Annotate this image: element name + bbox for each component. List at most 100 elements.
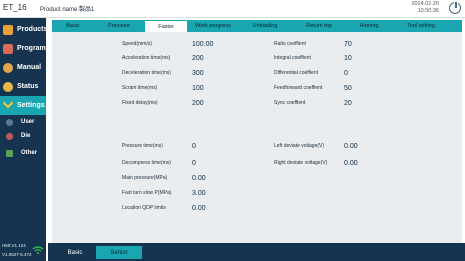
param-value[interactable]: 0	[192, 143, 196, 150]
sidebar-sub-item-user[interactable]: User	[0, 115, 46, 129]
parameter-panel: Speed(mm/s) 100.00 Acceleration time(ms)…	[52, 32, 462, 244]
param-row: Scram time(ms) 100	[122, 84, 204, 92]
tab-pressure[interactable]: Pressure	[94, 20, 144, 32]
sidebar-item-status[interactable]: Status	[0, 77, 46, 96]
sidebar-item-products[interactable]: Products	[0, 20, 48, 39]
tab-faster[interactable]: Faster	[144, 20, 188, 32]
param-label: Integral coeffient	[274, 55, 311, 61]
sidebar-item-label: Products	[17, 26, 48, 33]
param-value[interactable]: 10	[344, 55, 352, 62]
manual-icon	[3, 62, 13, 73]
settings-icon	[3, 100, 13, 109]
param-value[interactable]: 100	[192, 85, 204, 92]
param-value[interactable]: 0.00	[192, 175, 206, 182]
user-icon	[6, 118, 13, 126]
time-text: 10:50:36	[417, 8, 439, 14]
param-value[interactable]: 0.00	[344, 160, 358, 167]
param-row: Acceleration time(ms) 200	[122, 54, 204, 62]
tab-homing[interactable]: Homing	[346, 20, 392, 32]
header-bar: ET_16 Product name:製品1 2024.02.20 10:50:…	[0, 0, 465, 18]
product-name: Product name:製品1	[40, 7, 95, 13]
products-icon	[3, 24, 13, 35]
param-label: Fast turn slow P(MPa)	[122, 190, 172, 196]
param-label: Main pressure(MPa)	[122, 175, 168, 181]
param-row: Left deviate voltage(V) 0.00	[274, 142, 358, 150]
sidebar-item-label: Settings	[17, 102, 45, 109]
datetime: 2024.02.20 10:50:36	[411, 1, 439, 15]
version-firmware: V1.0627-5.474	[2, 252, 32, 257]
sidebar: Products Program Manual Status Settings …	[0, 18, 48, 261]
sidebar-sub-item-label: User	[21, 119, 35, 125]
sidebar-item-manual[interactable]: Manual	[0, 58, 46, 77]
param-value[interactable]: 0	[344, 70, 348, 77]
param-value[interactable]: 100.00	[192, 41, 213, 48]
param-value[interactable]: 3.00	[192, 190, 206, 197]
param-label: Right deviate voltage(V)	[274, 160, 328, 166]
param-row: Sync coeffient 20	[274, 99, 352, 107]
param-row: Differential coeffient 0	[274, 69, 348, 77]
param-row: Main pressure(MPa) 0.00	[122, 174, 206, 182]
param-label: Speed(mm/s)	[122, 41, 153, 47]
param-value[interactable]: 0	[192, 160, 196, 167]
param-value[interactable]: 70	[344, 41, 352, 48]
param-row: Deceleration time(ms) 300	[122, 69, 204, 77]
tab-unloading[interactable]: Unloading	[238, 20, 292, 32]
param-label: Scram time(ms)	[122, 85, 158, 91]
sidebar-sub-item-die[interactable]: Die	[0, 129, 46, 143]
date-text: 2024.02.20	[411, 1, 439, 7]
device-id: ET_16	[3, 3, 27, 12]
param-row: Right deviate voltage(V) 0.00	[274, 159, 358, 167]
sidebar-item-label: Program	[17, 45, 46, 52]
param-label: Differential coeffient	[274, 70, 319, 76]
die-icon	[6, 132, 13, 140]
param-row: Fast turn slow P(MPa) 3.00	[122, 189, 206, 197]
param-label: Deceleration time(ms)	[122, 70, 171, 76]
wifi-icon	[32, 246, 44, 254]
tab-work-progress[interactable]: Work progress	[188, 20, 238, 32]
bottom-tab-bar: Basic Senior	[48, 243, 465, 261]
param-row: Decompress time(ms) 0	[122, 159, 196, 167]
param-row: Feedforward coeffient 50	[274, 84, 352, 92]
param-label: Sync coeffient	[274, 100, 306, 106]
param-label: Left deviate voltage(V)	[274, 143, 325, 149]
param-row: Integral coeffient 10	[274, 54, 352, 62]
sidebar-sub-item-label: Other	[21, 150, 38, 156]
tab-bar: Basic Pressure Faster Work progress Unlo…	[52, 20, 462, 32]
power-icon[interactable]	[449, 1, 461, 14]
param-row: Location QDP limits 0.00	[122, 204, 206, 212]
tab-return-trip[interactable]: Return trip	[292, 20, 346, 32]
param-value[interactable]: 0.00	[192, 205, 206, 212]
param-row: Speed(mm/s) 100.00	[122, 40, 213, 48]
param-label: Fixed delay(ms)	[122, 100, 158, 106]
param-label: Decompress time(ms)	[122, 160, 171, 166]
bottom-tab-senior[interactable]: Senior	[96, 246, 142, 259]
program-icon	[3, 43, 13, 54]
param-label: Acceleration time(ms)	[122, 55, 171, 61]
param-value[interactable]: 300	[192, 70, 204, 77]
bottom-tab-basic[interactable]: Basic	[62, 246, 88, 259]
version-hmi: HMI:V1.124	[2, 243, 26, 248]
param-label: Feedforward coeffient	[274, 85, 323, 91]
param-row: Ratio coeffient 70	[274, 40, 352, 48]
param-value[interactable]: 20	[344, 100, 352, 107]
tab-basic[interactable]: Basic	[52, 20, 94, 32]
param-value[interactable]: 200	[192, 55, 204, 62]
tab-tool-setting[interactable]: Tool setting	[392, 20, 450, 32]
other-icon	[6, 149, 13, 157]
sidebar-item-settings[interactable]: Settings	[0, 96, 46, 115]
param-row: Pressure time(ms) 0	[122, 142, 196, 150]
param-label: Pressure time(ms)	[122, 143, 163, 149]
sidebar-item-label: Manual	[17, 64, 42, 71]
param-value[interactable]: 200	[192, 100, 204, 107]
sidebar-item-label: Status	[17, 83, 39, 90]
sidebar-item-program[interactable]: Program	[0, 39, 46, 58]
param-value[interactable]: 0.00	[344, 143, 358, 150]
param-value[interactable]: 50	[344, 85, 352, 92]
sidebar-sub-item-other[interactable]: Other	[0, 146, 46, 160]
param-row: Fixed delay(ms) 200	[122, 99, 204, 107]
param-label: Ratio coeffient	[274, 41, 306, 47]
status-icon	[3, 81, 13, 92]
main-content: Basic Pressure Faster Work progress Unlo…	[48, 18, 465, 261]
param-label: Location QDP limits	[122, 205, 166, 211]
sidebar-sub-item-label: Die	[21, 133, 31, 139]
